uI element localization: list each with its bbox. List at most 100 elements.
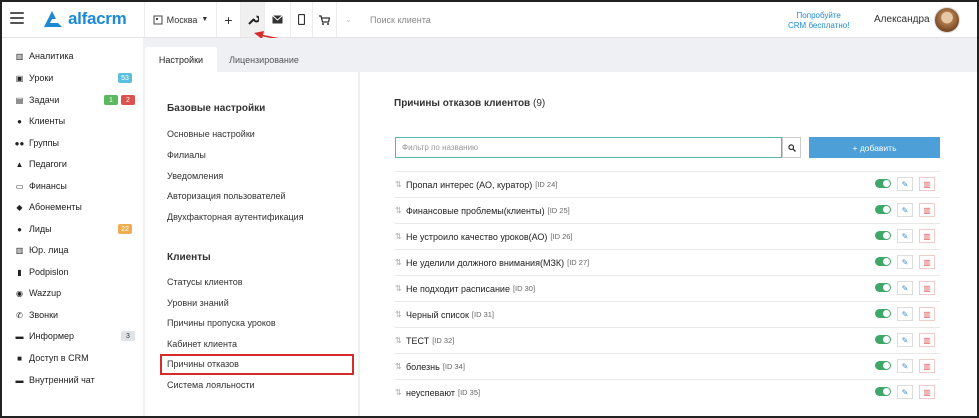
- sidebar-item-internal-chat[interactable]: ▬ Внутренний чат: [14, 370, 139, 390]
- avatar[interactable]: [934, 7, 960, 33]
- logo[interactable]: alfacrm: [42, 9, 127, 29]
- sidebar-item-label: Группы: [29, 138, 59, 148]
- active-toggle[interactable]: [875, 387, 891, 396]
- menu-link-branches[interactable]: Филиалы: [167, 150, 206, 160]
- edit-button[interactable]: ✎: [897, 203, 913, 217]
- drag-handle-icon[interactable]: ⇅: [395, 206, 403, 215]
- tag-icon: ◆: [16, 202, 23, 212]
- trash-icon: ▥: [923, 179, 931, 189]
- edit-button[interactable]: ✎: [897, 281, 913, 295]
- sidebar-item-analytics[interactable]: ▥ Аналитика: [14, 46, 139, 66]
- edit-button[interactable]: ✎: [897, 307, 913, 321]
- delete-button[interactable]: ▥: [919, 281, 935, 295]
- trash-icon: ▥: [923, 309, 931, 319]
- sidebar-item-label: Аналитика: [29, 51, 74, 61]
- list-item: ⇅ Пропал интерес (АО, куратор) [ID 24] ✎…: [395, 171, 940, 197]
- sidebar-item-label: Юр. лица: [29, 245, 69, 255]
- sidebar-item-label: Wazzup: [29, 288, 62, 298]
- page-title-text: Причины отказов клиентов: [394, 98, 531, 109]
- active-toggle[interactable]: [875, 257, 891, 266]
- menu-link-user-auth[interactable]: Авторизация пользователей: [167, 191, 286, 201]
- drag-handle-icon[interactable]: ⇅: [395, 310, 403, 319]
- sidebar-item-label: Информер: [29, 331, 75, 341]
- active-toggle[interactable]: [875, 283, 891, 292]
- sidebar-item-label: Клиенты: [29, 116, 66, 126]
- sidebar-item-informer[interactable]: ▬ Информер 3: [14, 326, 139, 346]
- edit-button[interactable]: ✎: [897, 333, 913, 347]
- edit-button[interactable]: ✎: [897, 359, 913, 373]
- filter-input[interactable]: Фильтр по названию: [395, 137, 782, 158]
- sidebar-item-teachers[interactable]: ▲ Педагоги: [14, 154, 139, 174]
- user-name[interactable]: Александра: [874, 14, 930, 25]
- edit-button[interactable]: ✎: [897, 385, 913, 399]
- sidebar-item-lessons[interactable]: ▣ Уроки 53: [14, 68, 139, 88]
- menu-link-client-cabinet[interactable]: Кабинет клиента: [167, 339, 237, 349]
- sidebar-item-finance[interactable]: ▭ Финансы: [14, 176, 139, 196]
- delete-button[interactable]: ▥: [919, 307, 935, 321]
- menu-link-absence-reasons[interactable]: Причины пропуска уроков: [167, 318, 276, 328]
- menu-link-client-statuses[interactable]: Статусы клиентов: [167, 277, 243, 287]
- edit-button[interactable]: ✎: [897, 255, 913, 269]
- menu-link-main-settings[interactable]: Основные настройки: [167, 129, 255, 139]
- sidebar-item-legal-entities[interactable]: ▥ Юр. лица: [14, 240, 139, 260]
- drag-handle-icon[interactable]: ⇅: [395, 232, 403, 241]
- drag-handle-icon[interactable]: ⇅: [395, 258, 403, 267]
- active-toggle[interactable]: [875, 231, 891, 240]
- reason-name: Не уделили должного внимания(МЗК): [406, 257, 565, 268]
- edit-button[interactable]: ✎: [897, 229, 913, 243]
- drag-handle-icon[interactable]: ⇅: [395, 180, 403, 189]
- sidebar-item-label: Задачи: [29, 95, 60, 105]
- trash-icon: ▥: [923, 231, 931, 241]
- sidebar-item-podpislon[interactable]: ▮ Podpislon: [14, 262, 139, 282]
- drag-handle-icon[interactable]: ⇅: [395, 284, 403, 293]
- active-toggle[interactable]: [875, 179, 891, 188]
- active-toggle[interactable]: [875, 361, 891, 370]
- sidebar-item-clients[interactable]: ● Клиенты: [14, 111, 139, 131]
- search-button[interactable]: [782, 137, 801, 158]
- delete-button[interactable]: ▥: [919, 359, 935, 373]
- list-item: ⇅ ТЕСТ [ID 32] ✎ ▥: [395, 327, 940, 353]
- try-free-link[interactable]: Попробуйте CRM бесплатно!: [788, 11, 849, 31]
- drag-handle-icon[interactable]: ⇅: [395, 336, 403, 345]
- menu-link-knowledge-levels[interactable]: Уровни знаний: [167, 298, 229, 308]
- menu-link-notifications[interactable]: Уведомления: [167, 171, 223, 181]
- chevron-down-icon[interactable]: ⌄: [336, 2, 360, 37]
- sidebar-item-crm-access[interactable]: ■ Доступ в CRM: [14, 348, 139, 368]
- delete-button[interactable]: ▥: [919, 229, 935, 243]
- delete-button[interactable]: ▥: [919, 203, 935, 217]
- sidebar-item-subscriptions[interactable]: ◆ Абонементы: [14, 197, 139, 217]
- pencil-icon: ✎: [901, 205, 909, 215]
- menu-icon[interactable]: [10, 12, 24, 27]
- branch-selector[interactable]: Москва ▼: [144, 2, 216, 37]
- sidebar-item-label: Уроки: [29, 73, 54, 83]
- edit-button[interactable]: ✎: [897, 177, 913, 191]
- trash-icon: ▥: [923, 283, 931, 293]
- tasks-count-badge: 1: [104, 95, 118, 105]
- add-icon[interactable]: +: [216, 2, 240, 37]
- sidebar-item-calls[interactable]: ✆ Звонки: [14, 305, 139, 325]
- menu-link-loyalty-system[interactable]: Система лояльности: [167, 380, 255, 390]
- sidebar-item-tasks[interactable]: ▤ Задачи 1 2: [14, 90, 139, 110]
- whatsapp-icon: ◉: [16, 288, 23, 298]
- add-button[interactable]: + добавить: [809, 137, 940, 158]
- tab-settings[interactable]: Настройки: [145, 47, 217, 72]
- delete-button[interactable]: ▥: [919, 177, 935, 191]
- sidebar-item-label: Внутренний чат: [29, 375, 95, 385]
- sidebar-item-leads[interactable]: ● Лиды 22: [14, 219, 139, 239]
- reason-id: [ID 32]: [432, 336, 455, 345]
- drag-handle-icon[interactable]: ⇅: [395, 388, 403, 397]
- delete-button[interactable]: ▥: [919, 385, 935, 399]
- delete-button[interactable]: ▥: [919, 255, 935, 269]
- active-toggle[interactable]: [875, 335, 891, 344]
- tab-licensing[interactable]: Лицензирование: [219, 47, 309, 72]
- sidebar-item-wazzup[interactable]: ◉ Wazzup: [14, 283, 139, 303]
- list-item: ⇅ Не устроило качество уроков(АО) [ID 26…: [395, 223, 940, 249]
- menu-link-2fa[interactable]: Двухфакторная аутентификация: [167, 212, 304, 222]
- sidebar-item-groups[interactable]: ●● Группы: [14, 133, 139, 153]
- active-toggle[interactable]: [875, 205, 891, 214]
- delete-button[interactable]: ▥: [919, 333, 935, 347]
- active-toggle[interactable]: [875, 309, 891, 318]
- client-search-input[interactable]: Поиск клиента: [370, 15, 431, 25]
- drag-handle-icon[interactable]: ⇅: [395, 362, 403, 371]
- search-icon: [787, 143, 796, 152]
